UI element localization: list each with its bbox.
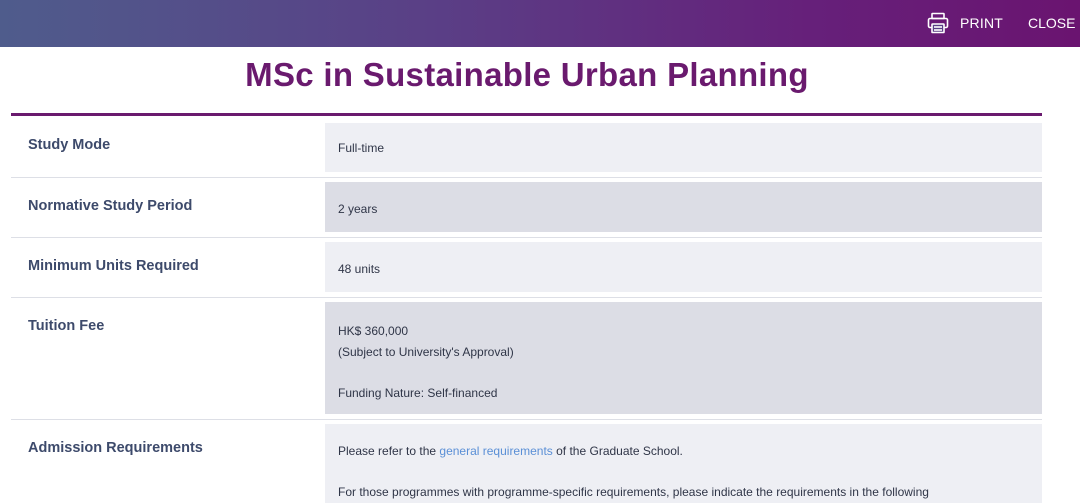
study-mode-value-cell: Full-time [325,123,1042,172]
admission-requirements-label: Admission Requirements [28,440,203,456]
study-mode-label: Study Mode [28,137,110,153]
close-button[interactable]: CLOSE [1028,10,1075,36]
row-admission-requirements: Admission Requirements Please refer to t… [11,420,1042,503]
print-button[interactable]: PRINT [926,10,1003,36]
admission-text-before: Please refer to the [338,444,439,458]
minimum-units-label: Minimum Units Required [28,258,199,274]
study-period-label: Normative Study Period [28,198,192,214]
page-title: MSc in Sustainable Urban Planning [0,56,1054,94]
printer-icon [926,11,950,35]
tuition-fee-value-cell: HK$ 360,000 (Subject to University's App… [325,302,1042,414]
tuition-amount: HK$ 360,000 [338,321,1029,342]
admission-text-after: of the Graduate School. [553,444,683,458]
general-requirements-link[interactable]: general requirements [439,444,552,458]
admission-line-specific: For those programmes with programme-spec… [338,482,1029,503]
row-minimum-units: Minimum Units Required 48 units [11,238,1042,298]
row-study-mode: Study Mode Full-time [11,117,1042,178]
title-divider [11,113,1042,116]
admission-requirements-value-cell: Please refer to the general requirements… [325,424,1042,503]
print-label: PRINT [960,15,1003,31]
funding-nature: Funding Nature: Self-financed [338,383,1029,404]
admission-line-general: Please refer to the general requirements… [338,441,1029,462]
study-period-value-cell: 2 years [325,182,1042,232]
minimum-units-value: 48 units [338,262,380,276]
tuition-approval-note: (Subject to University's Approval) [338,342,1029,363]
top-toolbar: PRINT CLOSE [0,0,1080,47]
row-tuition-fee: Tuition Fee HK$ 360,000 (Subject to Univ… [11,298,1042,420]
tuition-fee-label: Tuition Fee [28,318,104,334]
minimum-units-value-cell: 48 units [325,242,1042,292]
row-study-period: Normative Study Period 2 years [11,178,1042,238]
study-period-value: 2 years [338,202,377,216]
study-mode-value: Full-time [338,141,384,155]
